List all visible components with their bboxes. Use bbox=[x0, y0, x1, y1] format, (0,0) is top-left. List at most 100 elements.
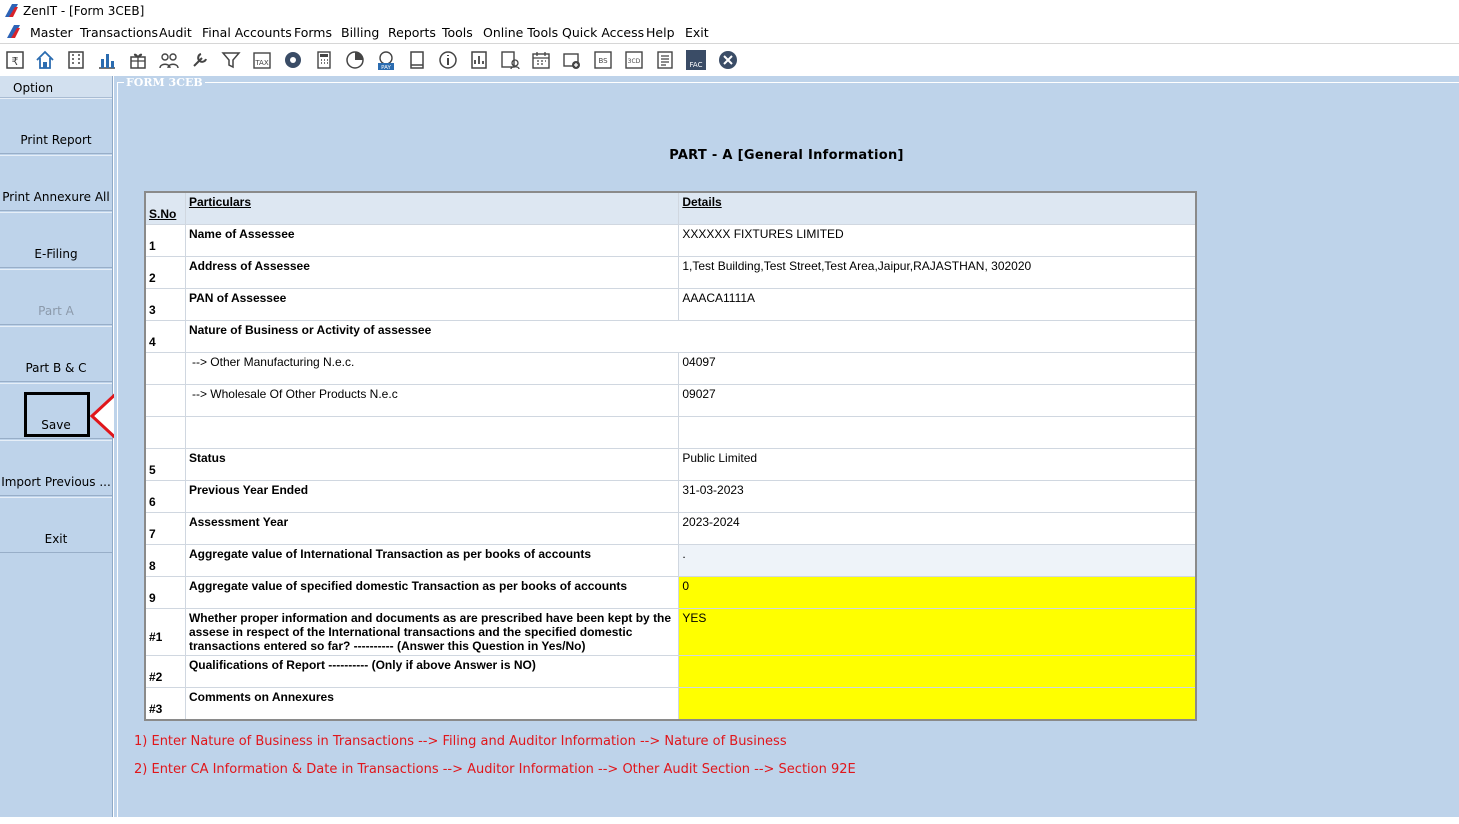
home-icon[interactable] bbox=[34, 49, 56, 71]
row-details[interactable]: 04097 bbox=[678, 352, 1197, 385]
row-sno: #3 bbox=[144, 687, 186, 721]
row-details[interactable]: YES bbox=[678, 608, 1197, 656]
calendar-icon[interactable] bbox=[530, 49, 552, 71]
gift-icon[interactable] bbox=[127, 49, 149, 71]
row-particulars: Whether proper information and documents… bbox=[184, 608, 680, 656]
table-row: #1 Whether proper information and docume… bbox=[144, 608, 1197, 656]
menu-forms[interactable]: Forms bbox=[294, 25, 332, 40]
header-particulars: Particulars bbox=[184, 191, 680, 225]
app-logo-icon bbox=[5, 4, 18, 17]
menu-final-accounts[interactable]: Final Accounts bbox=[202, 25, 292, 40]
row-particulars: --> Wholesale Of Other Products N.e.c bbox=[184, 384, 680, 417]
row-sno: #1 bbox=[144, 608, 186, 656]
disc-icon[interactable] bbox=[282, 49, 304, 71]
table-row: 5 Status Public Limited bbox=[144, 448, 1197, 481]
users-icon[interactable] bbox=[158, 49, 180, 71]
3cd-icon[interactable]: 3CD bbox=[623, 49, 645, 71]
book-icon[interactable] bbox=[406, 49, 428, 71]
part-a-label: Part A bbox=[38, 304, 74, 318]
row-sno: 5 bbox=[144, 448, 186, 481]
menu-audit[interactable]: Audit bbox=[159, 25, 192, 40]
toolbar: ₹ TAX PAY BS 3CD FAC bbox=[0, 44, 1459, 76]
svg-text:PAY: PAY bbox=[381, 65, 391, 71]
instruction-note-1: 1) Enter Nature of Business in Transacti… bbox=[134, 734, 787, 749]
menu-billing[interactable]: Billing bbox=[341, 25, 379, 40]
row-sno: 1 bbox=[144, 224, 186, 257]
row-details[interactable]: 31-03-2023 bbox=[678, 480, 1197, 513]
frame-label: FORM 3CEB bbox=[124, 76, 205, 89]
table-row: 3 PAN of Assessee AAACA1111A bbox=[144, 288, 1197, 321]
table-row: 6 Previous Year Ended 31-03-2023 bbox=[144, 480, 1197, 513]
close-icon[interactable] bbox=[717, 49, 739, 71]
calendar-add-icon[interactable] bbox=[561, 49, 583, 71]
exit-label: Exit bbox=[44, 532, 68, 546]
bs-icon[interactable]: BS bbox=[592, 49, 614, 71]
import-previous-button[interactable]: Import Previous ... bbox=[0, 440, 112, 496]
mdi-child-icon[interactable] bbox=[7, 25, 20, 38]
table-row: #2 Qualifications of Report ---------- (… bbox=[144, 655, 1197, 688]
form-table: S.No Particulars Details 1 Name of Asses… bbox=[144, 191, 1197, 721]
menu-tools[interactable]: Tools bbox=[442, 25, 473, 40]
report-icon[interactable] bbox=[468, 49, 490, 71]
row-details[interactable] bbox=[678, 416, 1197, 449]
menu-transactions[interactable]: Transactions bbox=[80, 25, 158, 40]
wrench-icon[interactable] bbox=[189, 49, 211, 71]
info-icon[interactable] bbox=[437, 49, 459, 71]
e-filing-button[interactable]: E-Filing bbox=[0, 212, 112, 268]
row-details[interactable]: Public Limited bbox=[678, 448, 1197, 481]
row-details[interactable]: 09027 bbox=[678, 384, 1197, 417]
part-a-button[interactable]: Part A bbox=[0, 269, 112, 325]
menu-reports[interactable]: Reports bbox=[388, 25, 436, 40]
table-row bbox=[144, 416, 1197, 449]
row-details[interactable] bbox=[678, 687, 1197, 721]
row-sno: 2 bbox=[144, 256, 186, 289]
window-title: ZenIT - [Form 3CEB] bbox=[23, 4, 145, 18]
row-particulars: Address of Assessee bbox=[184, 256, 680, 289]
row-details[interactable] bbox=[678, 655, 1197, 688]
table-header-row: S.No Particulars Details bbox=[144, 191, 1197, 225]
menu-online-tools[interactable]: Online Tools bbox=[483, 25, 558, 40]
row-sno: 3 bbox=[144, 288, 186, 321]
tax-icon[interactable]: TAX bbox=[251, 49, 273, 71]
row-sno: 6 bbox=[144, 480, 186, 513]
row-details[interactable]: 2023-2024 bbox=[678, 512, 1197, 545]
table-row: 4 Nature of Business or Activity of asse… bbox=[144, 320, 1197, 353]
table-row: 2 Address of Assessee 1,Test Building,Te… bbox=[144, 256, 1197, 289]
row-details[interactable]: 0 bbox=[678, 576, 1197, 609]
calculator-icon[interactable] bbox=[313, 49, 335, 71]
table-row: --> Wholesale Of Other Products N.e.c 09… bbox=[144, 384, 1197, 417]
sheet-icon[interactable] bbox=[654, 49, 676, 71]
print-report-button[interactable]: Print Report bbox=[0, 98, 112, 154]
save-highlight-box bbox=[24, 392, 90, 437]
menu-bar: Master Transactions Audit Final Accounts… bbox=[0, 22, 1459, 44]
print-annexure-all-button[interactable]: Print Annexure All bbox=[0, 155, 112, 211]
row-details[interactable]: AAACA1111A bbox=[678, 288, 1197, 321]
building-icon[interactable] bbox=[65, 49, 87, 71]
filter-icon[interactable] bbox=[220, 49, 242, 71]
bar-chart-icon[interactable] bbox=[96, 49, 118, 71]
exit-button[interactable]: Exit bbox=[0, 497, 112, 553]
row-sno: 8 bbox=[144, 544, 186, 577]
row-sno: 9 bbox=[144, 576, 186, 609]
fac-icon[interactable]: FAC bbox=[685, 49, 707, 71]
svg-text:FAC: FAC bbox=[690, 61, 703, 69]
import-previous-label: Import Previous ... bbox=[1, 475, 111, 489]
row-details[interactable]: . bbox=[678, 544, 1197, 577]
menu-quick-access[interactable]: Quick Access bbox=[562, 25, 644, 40]
pie-icon[interactable] bbox=[344, 49, 366, 71]
person-report-icon[interactable] bbox=[499, 49, 521, 71]
row-details[interactable]: 1,Test Building,Test Street,Test Area,Ja… bbox=[678, 256, 1197, 289]
title-bar: ZenIT - [Form 3CEB] bbox=[0, 0, 1459, 22]
table-row: --> Other Manufacturing N.e.c. 04097 bbox=[144, 352, 1197, 385]
header-sno: S.No bbox=[144, 191, 186, 225]
part-b-c-button[interactable]: Part B & C bbox=[0, 326, 112, 382]
pay-icon[interactable]: PAY bbox=[375, 49, 397, 71]
menu-help[interactable]: Help bbox=[646, 25, 675, 40]
menu-exit[interactable]: Exit bbox=[685, 25, 709, 40]
menu-master[interactable]: Master bbox=[30, 25, 73, 40]
part-title: PART - A [General Information] bbox=[669, 148, 904, 163]
row-details[interactable]: XXXXXX FIXTURES LIMITED bbox=[678, 224, 1197, 257]
row-particulars bbox=[184, 416, 680, 449]
sidebar-option-label: Option bbox=[13, 81, 54, 95]
rupee-icon[interactable]: ₹ bbox=[4, 49, 26, 71]
